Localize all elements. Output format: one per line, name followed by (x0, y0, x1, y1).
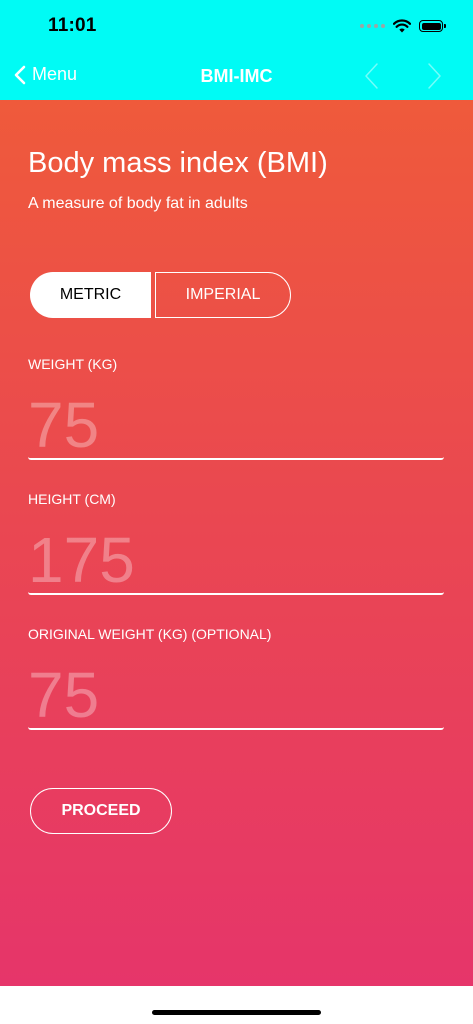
height-input[interactable] (28, 527, 444, 595)
wifi-icon (393, 19, 411, 33)
top-bar: 11:01 Menu BMI-IMC (0, 0, 473, 100)
original-weight-label: ORIGINAL WEIGHT (KG) (OPTIONAL) (28, 626, 272, 642)
home-indicator[interactable] (152, 1010, 321, 1015)
bmi-form: Body mass index (BMI) A measure of body … (0, 100, 473, 986)
signal-dots-icon (360, 24, 385, 28)
page-title: Body mass index (BMI) (28, 147, 328, 179)
battery-icon (419, 20, 446, 32)
original-weight-input[interactable] (28, 662, 444, 730)
height-label: HEIGHT (CM) (28, 491, 116, 507)
previous-arrow-button[interactable] (362, 62, 382, 90)
chevron-left-icon (365, 63, 378, 89)
metric-toggle[interactable]: METRIC (30, 272, 151, 318)
status-icons (360, 15, 446, 37)
weight-label: WEIGHT (KG) (28, 356, 118, 372)
imperial-toggle[interactable]: IMPERIAL (155, 272, 291, 318)
imperial-toggle-label: IMPERIAL (185, 286, 261, 303)
proceed-button[interactable]: PROCEED (30, 788, 172, 834)
next-arrow-button[interactable] (424, 62, 444, 90)
page-subtitle: A measure of body fat in adults (28, 195, 248, 212)
home-bar-area (0, 986, 473, 1024)
metric-toggle-label: METRIC (59, 286, 122, 303)
status-time: 11:01 (48, 15, 97, 36)
weight-input[interactable] (28, 392, 444, 460)
nav-title: BMI-IMC (200, 66, 273, 86)
chevron-right-icon (428, 63, 441, 89)
